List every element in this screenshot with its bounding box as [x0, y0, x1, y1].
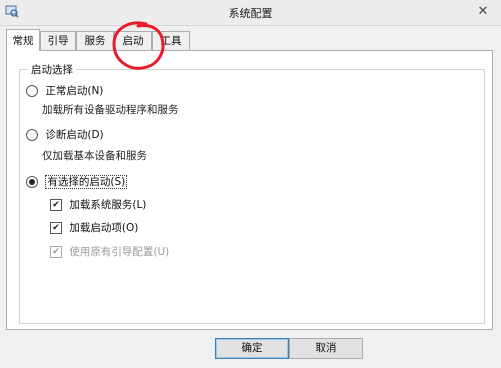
general-tab-panel: 启动选择 正常启动(N) 加载所有设备驱动程序和服务 诊断启动(D) 仅加载基本… — [6, 50, 493, 330]
checkmark-icon: ✔ — [50, 222, 62, 234]
load-startup-items-label: 加载启动项(O) — [69, 222, 139, 234]
diagnostic-startup-radio[interactable]: 诊断启动(D) — [26, 128, 104, 142]
close-button[interactable]: ✕ — [469, 2, 497, 22]
checkmark-icon: ✔ — [50, 246, 62, 258]
startup-selection-group: 启动选择 正常启动(N) 加载所有设备驱动程序和服务 诊断启动(D) 仅加载基本… — [19, 62, 485, 324]
load-system-services-checkbox[interactable]: ✔ 加载系统服务(L) — [50, 198, 146, 212]
load-system-services-label: 加载系统服务(L) — [69, 199, 147, 211]
tab-general[interactable]: 常规 — [6, 29, 40, 51]
normal-startup-label: 正常启动(N) — [45, 85, 104, 97]
title-bar: 系统配置 ✕ — [0, 0, 501, 26]
radio-icon — [26, 129, 38, 141]
use-original-boot-config-checkbox: ✔ 使用原有引导配置(U) — [50, 245, 169, 259]
group-label: 启动选择 — [28, 62, 76, 77]
normal-startup-desc: 加载所有设备驱动程序和服务 — [42, 104, 179, 116]
use-original-boot-config-label: 使用原有引导配置(U) — [69, 246, 170, 258]
diagnostic-startup-desc: 仅加载基本设备和服务 — [42, 150, 147, 162]
close-icon: ✕ — [477, 4, 489, 19]
diagnostic-startup-label: 诊断启动(D) — [45, 129, 104, 141]
tab-boot[interactable]: 引导 — [40, 31, 76, 50]
radio-selected-icon — [26, 176, 38, 188]
ok-button[interactable]: 确定 — [215, 338, 289, 359]
window-title: 系统配置 — [228, 7, 273, 20]
normal-startup-radio[interactable]: 正常启动(N) — [26, 84, 103, 98]
cancel-button[interactable]: 取消 — [289, 338, 363, 359]
tab-startup[interactable]: 启动 — [114, 31, 152, 50]
radio-icon — [26, 85, 38, 97]
tab-services[interactable]: 服务 — [76, 31, 114, 50]
checkmark-icon: ✔ — [50, 199, 62, 211]
selective-startup-radio[interactable]: 有选择的启动(S) — [26, 175, 128, 189]
tab-tools[interactable]: 工具 — [152, 31, 190, 50]
load-startup-items-checkbox[interactable]: ✔ 加载启动项(O) — [50, 221, 138, 235]
selective-startup-label: 有选择的启动(S) — [45, 175, 128, 189]
